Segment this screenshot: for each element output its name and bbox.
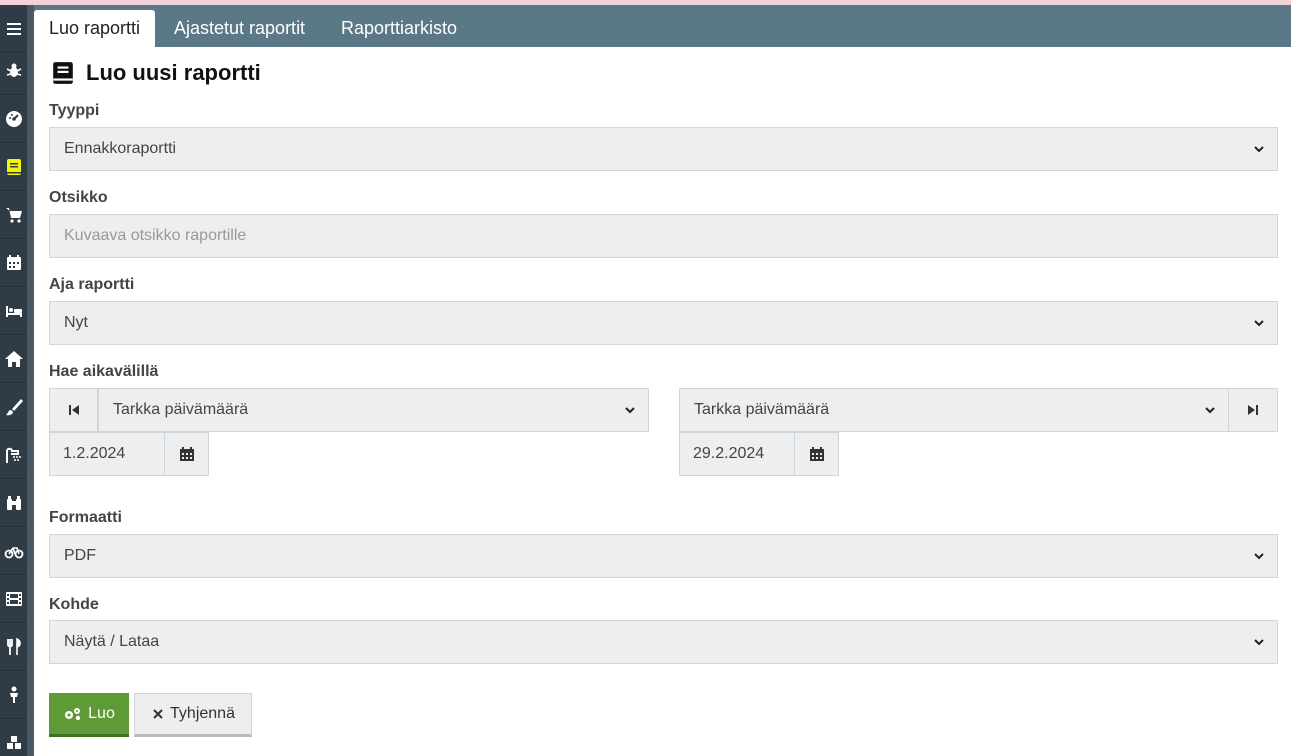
run-select-value: Nyt: [64, 314, 88, 331]
calendar-icon[interactable]: [0, 239, 27, 287]
bug-icon[interactable]: [0, 47, 27, 95]
type-select[interactable]: Ennakkoraportti: [49, 127, 1278, 171]
format-label: Formaatti: [49, 509, 122, 526]
format-select-value: PDF: [64, 547, 96, 564]
shower-icon[interactable]: [0, 431, 27, 479]
child-icon[interactable]: [0, 671, 27, 719]
calendar-icon: [809, 447, 824, 461]
dashboard-icon[interactable]: [0, 95, 27, 143]
target-select[interactable]: Näytä / Lataa: [49, 620, 1278, 664]
menu-icon[interactable]: [0, 5, 27, 53]
clear-button[interactable]: Tyhjennä: [134, 693, 252, 737]
create-button[interactable]: Luo: [49, 693, 129, 737]
title-input[interactable]: Kuvaava otsikko raportille: [49, 214, 1278, 258]
target-label: Kohde: [49, 596, 99, 613]
target-select-value: Näytä / Lataa: [64, 633, 160, 650]
chevron-down-icon: [1254, 639, 1264, 646]
clear-button-label: Tyhjennä: [170, 705, 235, 722]
title-input-placeholder: Kuvaava otsikko raportille: [64, 227, 247, 244]
home-icon[interactable]: [0, 335, 27, 383]
bicycle-icon[interactable]: [0, 527, 27, 575]
close-icon: [153, 709, 163, 719]
skip-forward-icon: [1248, 405, 1258, 415]
book-icon[interactable]: [0, 143, 27, 191]
range-end-mode-select[interactable]: Tarkka päivämäärä: [679, 388, 1229, 432]
chevron-down-icon: [625, 407, 635, 414]
sidebar-edge: [27, 5, 34, 756]
sidebar: [0, 5, 34, 756]
skip-back-icon: [68, 405, 79, 415]
chevron-down-icon: [1254, 146, 1264, 153]
tab-luo-raportti[interactable]: Luo raportti: [34, 10, 156, 47]
range-end-date-input[interactable]: 29.2.2024: [679, 432, 795, 476]
film-icon[interactable]: [0, 575, 27, 623]
binoculars-icon[interactable]: [0, 479, 27, 527]
cubes-icon[interactable]: [0, 719, 27, 756]
range-end-date-value: 29.2.2024: [693, 445, 765, 462]
run-select[interactable]: Nyt: [49, 301, 1278, 345]
utensils-icon[interactable]: [0, 623, 27, 671]
range-end-next-button[interactable]: [1228, 388, 1278, 432]
range-end-calendar-button[interactable]: [794, 432, 839, 476]
format-select[interactable]: PDF: [49, 534, 1278, 578]
range-start-prev-button[interactable]: [49, 388, 98, 432]
create-button-label: Luo: [88, 704, 115, 722]
page-title: Luo uusi raportti: [52, 60, 261, 86]
chevron-down-icon: [1254, 320, 1264, 327]
range-start-calendar-button[interactable]: [164, 432, 209, 476]
page-title-text: Luo uusi raportti: [86, 60, 261, 85]
brush-icon[interactable]: [0, 383, 27, 431]
bed-icon[interactable]: [0, 287, 27, 335]
title-label: Otsikko: [49, 189, 108, 206]
range-start-date-value: 1.2.2024: [63, 445, 126, 462]
book-icon: [53, 62, 73, 84]
tab-ajastetut-raportit[interactable]: Ajastetut raportit: [159, 10, 320, 47]
chevron-down-icon: [1205, 407, 1215, 414]
range-end-mode-value: Tarkka päivämäärä: [694, 401, 830, 418]
chevron-down-icon: [1254, 553, 1264, 560]
type-label: Tyyppi: [49, 102, 100, 119]
range-start-date-input[interactable]: 1.2.2024: [49, 432, 165, 476]
tab-raporttiarkisto[interactable]: Raporttiarkisto: [326, 10, 472, 47]
cogs-icon: [65, 707, 81, 720]
cart-icon[interactable]: [0, 191, 27, 239]
calendar-icon: [179, 447, 194, 461]
range-label: Hae aikavälillä: [49, 363, 159, 380]
range-start-mode-select[interactable]: Tarkka päivämäärä: [98, 388, 649, 432]
range-start-mode-value: Tarkka päivämäärä: [113, 401, 249, 418]
tab-bar: Luo raportti Ajastetut raportit Raportti…: [34, 5, 1291, 47]
type-select-value: Ennakkoraportti: [64, 140, 177, 157]
run-label: Aja raportti: [49, 276, 135, 293]
